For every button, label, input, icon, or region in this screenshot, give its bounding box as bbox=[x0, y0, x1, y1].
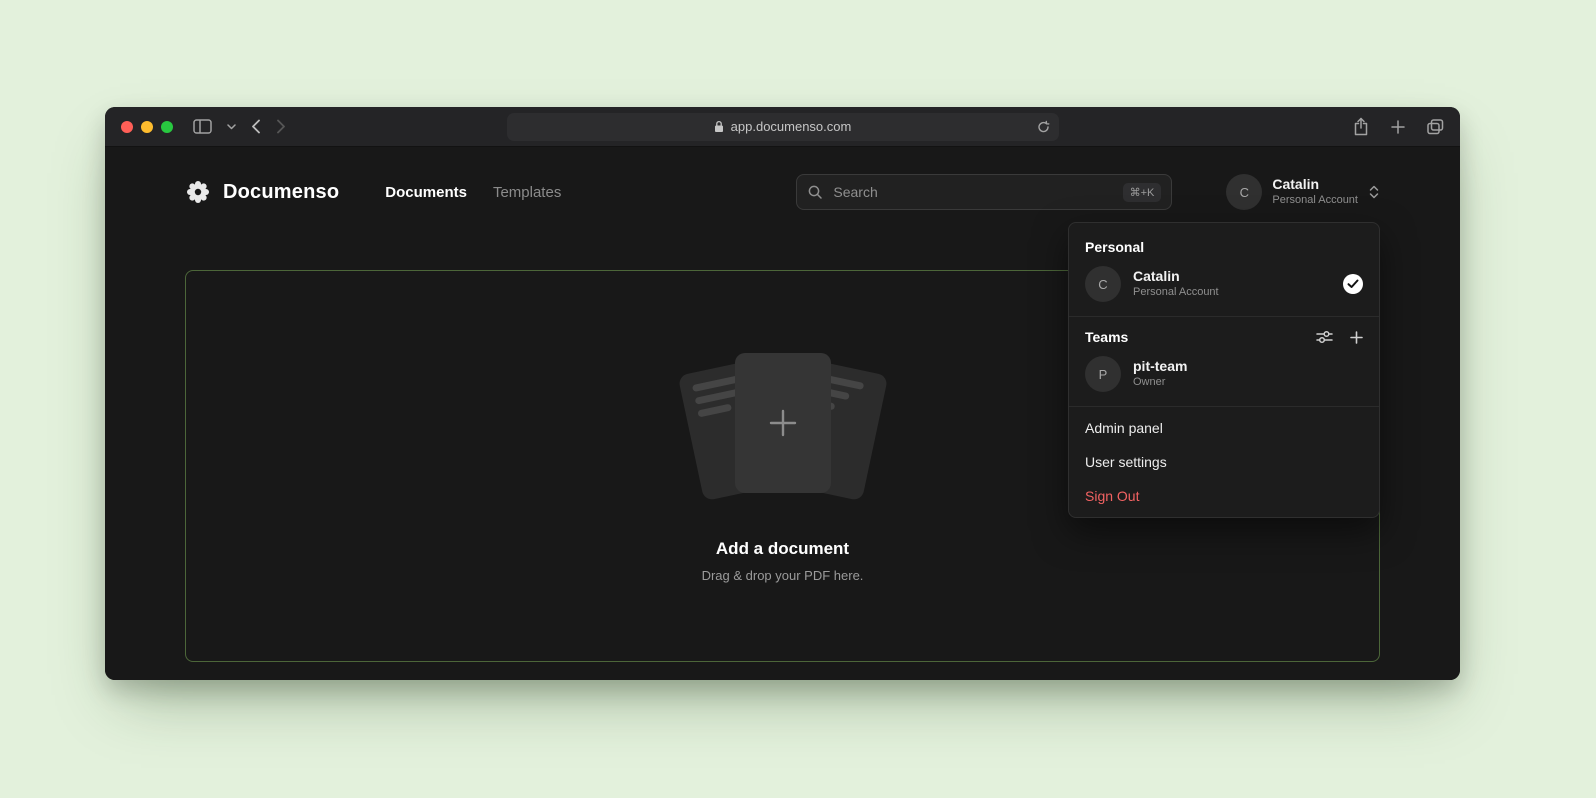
back-icon[interactable] bbox=[251, 119, 261, 134]
team-role: Owner bbox=[1133, 376, 1187, 390]
team-name: pit-team bbox=[1133, 358, 1187, 376]
account-menu: Personal C Catalin Personal Account Team… bbox=[1068, 222, 1380, 518]
documents-illustration bbox=[668, 349, 898, 507]
menu-personal-account[interactable]: C Catalin Personal Account bbox=[1069, 264, 1379, 314]
menu-item-admin-panel[interactable]: Admin panel bbox=[1069, 411, 1379, 445]
avatar: C bbox=[1226, 174, 1262, 210]
menu-personal-label: Personal bbox=[1069, 229, 1379, 264]
divider bbox=[1069, 316, 1379, 317]
documenso-logo-icon bbox=[185, 179, 211, 205]
plus-icon bbox=[766, 406, 800, 440]
menu-item-sign-out[interactable]: Sign Out bbox=[1069, 479, 1379, 513]
account-name: Catalin bbox=[1272, 176, 1358, 194]
url-text: app.documenso.com bbox=[731, 119, 852, 134]
menu-team-pit-team[interactable]: P pit-team Owner bbox=[1069, 354, 1379, 404]
forward-icon[interactable] bbox=[276, 119, 286, 134]
zoom-window-button[interactable] bbox=[161, 121, 173, 133]
dropzone-title: Add a document bbox=[716, 539, 849, 559]
account-subtitle: Personal Account bbox=[1133, 286, 1219, 300]
search-shortcut-badge: ⌘+K bbox=[1123, 183, 1162, 202]
tab-overview-icon[interactable] bbox=[1427, 119, 1444, 135]
browser-window: app.documenso.com bbox=[105, 107, 1460, 680]
menu-teams-header: Teams bbox=[1069, 321, 1379, 354]
dropzone-subtitle: Drag & drop your PDF here. bbox=[702, 568, 864, 583]
lock-icon bbox=[714, 120, 724, 133]
avatar: P bbox=[1085, 356, 1121, 392]
avatar: C bbox=[1085, 266, 1121, 302]
divider bbox=[1069, 406, 1379, 407]
page-content: Documenso Documents Templates ⌘+K C Cata… bbox=[105, 147, 1460, 680]
create-team-icon[interactable] bbox=[1350, 331, 1363, 344]
menu-teams-label: Teams bbox=[1085, 329, 1128, 345]
new-tab-icon[interactable] bbox=[1391, 120, 1405, 134]
add-document-card bbox=[735, 353, 831, 493]
brand-name: Documenso bbox=[223, 181, 339, 204]
manage-teams-icon[interactable] bbox=[1316, 330, 1333, 344]
sidebar-toggle-icon[interactable] bbox=[193, 119, 212, 134]
search-bar[interactable]: ⌘+K bbox=[796, 174, 1172, 210]
refresh-icon[interactable] bbox=[1037, 120, 1050, 133]
share-icon[interactable] bbox=[1353, 117, 1369, 136]
account-subtitle: Personal Account bbox=[1272, 194, 1358, 208]
brand[interactable]: Documenso bbox=[185, 179, 339, 205]
search-icon bbox=[807, 184, 823, 200]
account-menu-trigger[interactable]: C Catalin Personal Account bbox=[1226, 174, 1380, 210]
selected-check-icon bbox=[1343, 274, 1363, 294]
nav-documents[interactable]: Documents bbox=[385, 184, 467, 201]
minimize-window-button[interactable] bbox=[141, 121, 153, 133]
menu-item-user-settings[interactable]: User settings bbox=[1069, 445, 1379, 479]
search-input[interactable] bbox=[831, 183, 1114, 201]
caret-sort-icon bbox=[1368, 185, 1380, 199]
address-bar[interactable]: app.documenso.com bbox=[507, 113, 1059, 141]
chevron-down-icon[interactable] bbox=[227, 124, 236, 130]
close-window-button[interactable] bbox=[121, 121, 133, 133]
main-nav: Documents Templates bbox=[385, 184, 561, 201]
account-name: Catalin bbox=[1133, 268, 1219, 286]
traffic-lights bbox=[121, 121, 173, 133]
browser-toolbar: app.documenso.com bbox=[105, 107, 1460, 147]
nav-templates[interactable]: Templates bbox=[493, 184, 561, 201]
